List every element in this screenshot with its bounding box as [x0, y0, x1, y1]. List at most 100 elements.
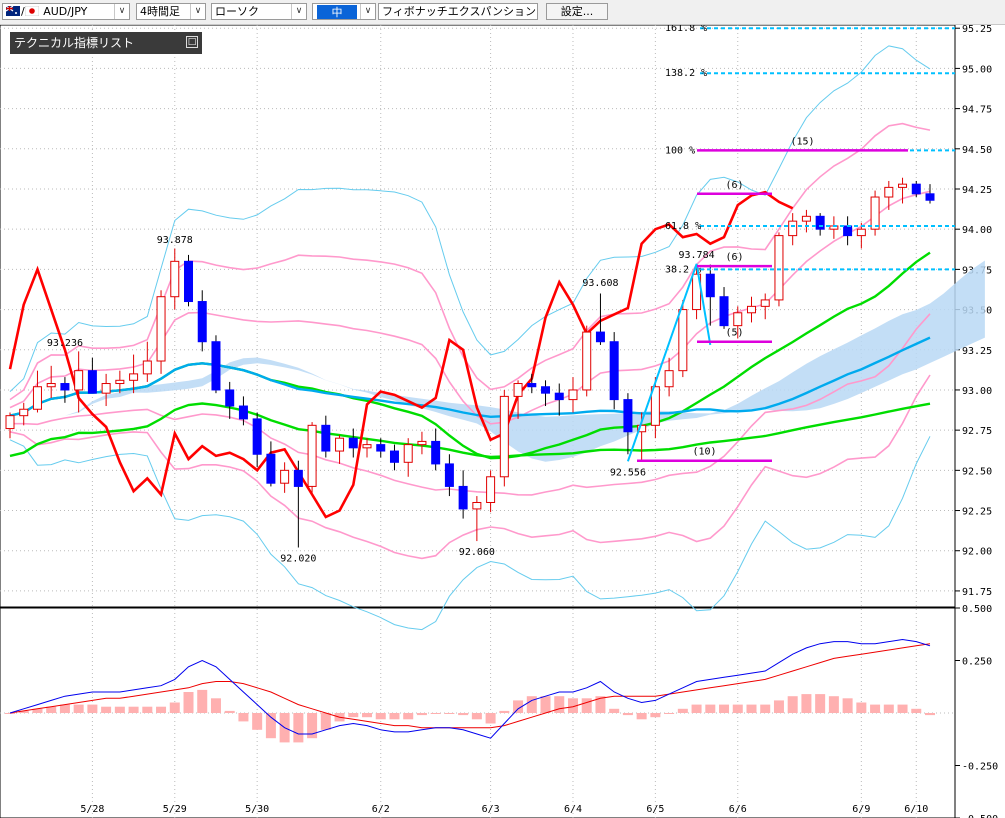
- chart-style-label: ローソク: [215, 5, 259, 18]
- histogram-bar: [828, 696, 839, 713]
- candle-body: [746, 305, 756, 314]
- histogram-bar: [856, 702, 867, 713]
- histogram-bar: [801, 694, 812, 713]
- candle-body: [719, 296, 729, 327]
- histogram-bar: [101, 706, 112, 713]
- histogram-bar: [169, 702, 180, 713]
- histogram-bar: [403, 713, 414, 720]
- histogram-bar: [485, 713, 496, 724]
- candle-body: [19, 408, 29, 417]
- candle-body: [348, 437, 358, 449]
- candle-body: [238, 405, 248, 420]
- candle-body: [705, 273, 715, 298]
- candle-body: [801, 215, 811, 222]
- size-select[interactable]: 中 ∨: [312, 3, 376, 20]
- toolbar: / AUD/JPY ∨ 4時間足 ∨ ローソク ∨ 中 ∨ フィボナッチエクスパ…: [0, 0, 1005, 25]
- count-label: (10): [692, 447, 716, 458]
- histogram-bar: [375, 713, 386, 720]
- candle-body: [884, 186, 894, 198]
- candle-body: [362, 444, 372, 449]
- settings-button[interactable]: 設定...: [546, 3, 608, 20]
- timeframe-select[interactable]: 4時間足 ∨: [136, 3, 206, 20]
- candle-body: [760, 299, 770, 307]
- histogram-bar: [897, 704, 908, 713]
- minimize-icon[interactable]: □: [186, 36, 198, 48]
- candle-body: [623, 399, 633, 433]
- histogram-bar: [554, 696, 565, 713]
- candle-body: [129, 373, 139, 381]
- candle-body: [486, 476, 496, 503]
- fib-level-label: 138.2 %: [665, 68, 707, 79]
- chevron-down-icon: ∨: [291, 4, 306, 19]
- candle-body: [184, 260, 194, 303]
- histogram-bar: [773, 700, 784, 713]
- histogram-bar: [760, 704, 771, 713]
- histogram-bar: [787, 696, 798, 713]
- australia-flag-icon: [5, 5, 20, 20]
- count-label: (15): [790, 136, 814, 147]
- histogram-bar: [471, 713, 482, 720]
- histogram-bar: [540, 696, 551, 713]
- histogram-bar: [114, 706, 125, 713]
- histogram-bar: [389, 713, 400, 720]
- symbol-select[interactable]: / AUD/JPY ∨: [2, 3, 130, 20]
- candle-body: [788, 220, 798, 237]
- candle-body: [499, 395, 509, 478]
- price-label: 93.608: [582, 278, 618, 289]
- histogram-bar: [911, 708, 922, 713]
- histogram-bar: [224, 710, 235, 713]
- histogram-bar: [842, 698, 853, 713]
- date-label: 5/30: [245, 804, 269, 815]
- histogram-bar: [925, 713, 935, 716]
- candle-body: [774, 235, 784, 301]
- chevron-down-icon: ∨: [360, 4, 375, 19]
- size-label: 中: [316, 4, 358, 19]
- histogram-bar: [320, 713, 331, 730]
- date-label: 6/10: [904, 804, 928, 815]
- candle-body: [458, 485, 468, 510]
- candle-body: [74, 370, 84, 391]
- histogram-bar: [362, 713, 373, 718]
- histogram-bar: [622, 713, 633, 716]
- fib-level-label: 161.8 %: [665, 25, 707, 34]
- price-tick-label: 94.25: [962, 185, 992, 196]
- histogram-bar: [650, 713, 661, 718]
- histogram-bar: [156, 706, 167, 713]
- candle-body: [678, 309, 688, 372]
- price-label: 93.784: [679, 250, 715, 261]
- histogram-bar: [636, 713, 647, 720]
- histogram-bar: [59, 704, 70, 713]
- candle-body: [541, 386, 551, 394]
- candle-body: [513, 383, 523, 397]
- settings-label: 設定...: [560, 5, 594, 18]
- price-chart[interactable]: 95.2595.0094.7594.5094.2594.0093.7593.50…: [0, 25, 1005, 818]
- date-label: 6/5: [646, 804, 664, 815]
- histogram-bar: [197, 689, 208, 713]
- chart-style-select[interactable]: ローソク ∨: [211, 3, 307, 20]
- candle-body: [664, 370, 674, 388]
- price-tick-label: 93.00: [962, 386, 992, 397]
- candle-body: [733, 312, 743, 327]
- candle-body: [925, 193, 935, 201]
- date-label: 6/3: [482, 804, 500, 815]
- histogram-bar: [73, 704, 84, 713]
- histogram-bar: [293, 713, 304, 743]
- histogram-bar: [238, 713, 249, 722]
- price-tick-label: 95.25: [962, 25, 992, 35]
- histogram-bar: [526, 696, 537, 713]
- candle-body: [156, 296, 166, 362]
- osc-tick-label: -0.250: [962, 762, 998, 773]
- price-label: 92.060: [459, 547, 495, 558]
- histogram-bar: [128, 706, 139, 713]
- price-tick-label: 92.75: [962, 426, 992, 437]
- candle-body: [870, 196, 880, 230]
- indicator-list-panel[interactable]: テクニカル指標リスト □: [10, 32, 202, 54]
- candle-body: [5, 415, 15, 430]
- price-tick-label: 94.00: [962, 225, 992, 236]
- candle-body: [335, 437, 345, 452]
- histogram-bar: [142, 706, 153, 713]
- osc-tick-label: 0.500: [962, 604, 992, 615]
- price-label: 93.236: [47, 338, 83, 349]
- drawing-tool-field[interactable]: フィボナッチエクスパンション: [378, 3, 538, 20]
- histogram-bar: [444, 713, 455, 714]
